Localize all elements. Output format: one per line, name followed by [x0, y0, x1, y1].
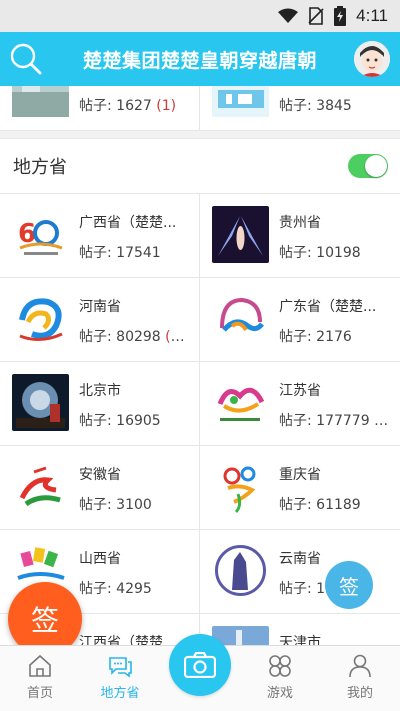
forum-thumbnail [12, 290, 69, 347]
forum-item[interactable]: 贵州省 帖子: 10198 [200, 194, 400, 277]
tab-provinces[interactable]: 地方省 [80, 646, 160, 711]
search-icon [10, 43, 42, 75]
list-row: 6 广西省（楚楚... 帖子: 17541 贵州省 帖子: 10198 [0, 194, 400, 278]
post-count: 帖子: 80298 (5... [79, 329, 191, 345]
status-bar: 4:11 [0, 0, 400, 32]
forum-item[interactable]: 天津市 [200, 614, 400, 645]
section-toggle[interactable] [348, 154, 388, 178]
post-count: 帖子: 16905 [79, 413, 161, 429]
forum-name: 天津市 [279, 635, 321, 645]
forum-thumbnail [212, 290, 269, 347]
status-time: 4:11 [356, 6, 388, 25]
forum-item[interactable]: 重庆省 帖子: 61189 [200, 446, 400, 529]
user-avatar[interactable] [354, 41, 390, 77]
forum-name: 云南省 [279, 551, 321, 567]
forum-thumbnail: 6 [12, 206, 69, 263]
list-row: 河南省 帖子: 80298 (5... 广东省（楚楚... 帖子: 2176 [0, 278, 400, 362]
section-header: 地方省 [0, 139, 400, 194]
forum-name: 广东省（楚楚... [279, 299, 377, 315]
forum-name: 山西省 [79, 551, 121, 567]
forum-item[interactable]: 帖子: 3845 [200, 86, 400, 130]
section-separator [0, 131, 400, 139]
forum-item[interactable]: 云南省 帖子: 1 [200, 530, 400, 613]
games-icon [269, 655, 291, 677]
forum-thumbnail [212, 542, 269, 599]
list-row: 安徽省 帖子: 3100 重庆省 帖子: 61189 [0, 446, 400, 530]
forum-name: 江西省（楚楚 [79, 635, 163, 645]
forum-name: 广西省（楚楚... [79, 215, 177, 231]
forum-thumbnail [12, 86, 69, 117]
forum-name: 重庆省 [279, 467, 321, 483]
forum-name: 安徽省 [79, 467, 121, 483]
forum-item[interactable]: 6 广西省（楚楚... 帖子: 17541 [0, 194, 200, 277]
forum-name: 贵州省 [279, 215, 321, 231]
page-title: 楚楚集团楚楚皇朝穿越唐朝 [82, 49, 317, 72]
forum-item[interactable]: 帖子: 1627 (1) [0, 86, 200, 130]
no-sim-icon [308, 7, 324, 25]
tab-profile[interactable]: 我的 [320, 646, 400, 711]
person-icon [349, 654, 371, 678]
section-title: 地方省 [13, 157, 67, 178]
camera-button[interactable] [169, 634, 231, 696]
post-count: 帖子: 17541 [79, 245, 161, 261]
tab-games[interactable]: 游戏 [240, 646, 320, 711]
forum-name: 河南省 [79, 299, 121, 315]
tab-camera[interactable] [160, 634, 240, 711]
list-row: 帖子: 1627 (1) 帖子: 3845 [0, 86, 400, 131]
battery-charging-icon [334, 6, 347, 26]
forum-name: 江苏省 [279, 383, 321, 399]
post-count: 帖子: 1627 (1) [79, 98, 177, 114]
tab-home[interactable]: 首页 [0, 646, 80, 711]
forum-thumbnail [212, 86, 269, 117]
forum-thumbnail [212, 206, 269, 263]
chat-bubbles-icon [109, 657, 132, 678]
forum-item[interactable]: 河南省 帖子: 80298 (5... [0, 278, 200, 361]
post-count: 帖子: 4295 [79, 581, 152, 597]
forum-item[interactable]: 广东省（楚楚... 帖子: 2176 [200, 278, 400, 361]
home-icon [29, 654, 51, 677]
toggle-knob [365, 155, 387, 177]
post-count: 帖子: 61189 [279, 497, 361, 513]
forum-item[interactable]: 安徽省 帖子: 3100 [0, 446, 200, 529]
avatar-face-icon [354, 41, 390, 77]
forum-thumbnail [212, 458, 269, 515]
post-count: 帖子: 1 [279, 581, 326, 597]
top-header: 楚楚集团楚楚皇朝穿越唐朝 [0, 32, 400, 86]
forum-thumbnail [212, 374, 269, 431]
search-button[interactable] [0, 32, 52, 86]
forum-name: 北京市 [79, 383, 121, 399]
bottom-tab-bar: 首页 地方省 游戏 我的 [0, 634, 400, 711]
forum-list[interactable]: 帖子: 1627 (1) 帖子: 3845 地方省 6 广西省（楚楚... 帖子… [0, 86, 400, 645]
list-row: 北京市 帖子: 16905 江苏省 帖子: 177779 (... [0, 362, 400, 446]
post-count: 帖子: 3100 [79, 497, 152, 513]
wifi-icon [278, 8, 299, 23]
forum-thumbnail [12, 374, 69, 431]
post-count: 帖子: 177779 (... [279, 413, 391, 429]
forum-item[interactable]: 江苏省 帖子: 177779 (... [200, 362, 400, 445]
forum-item[interactable]: 北京市 帖子: 16905 [0, 362, 200, 445]
post-count: 帖子: 10198 [279, 245, 361, 261]
forum-thumbnail [12, 458, 69, 515]
camera-icon [184, 652, 216, 678]
sign-in-button-small[interactable]: 签 [325, 561, 373, 609]
post-count: 帖子: 3845 [279, 98, 352, 114]
post-count: 帖子: 2176 [279, 329, 352, 345]
